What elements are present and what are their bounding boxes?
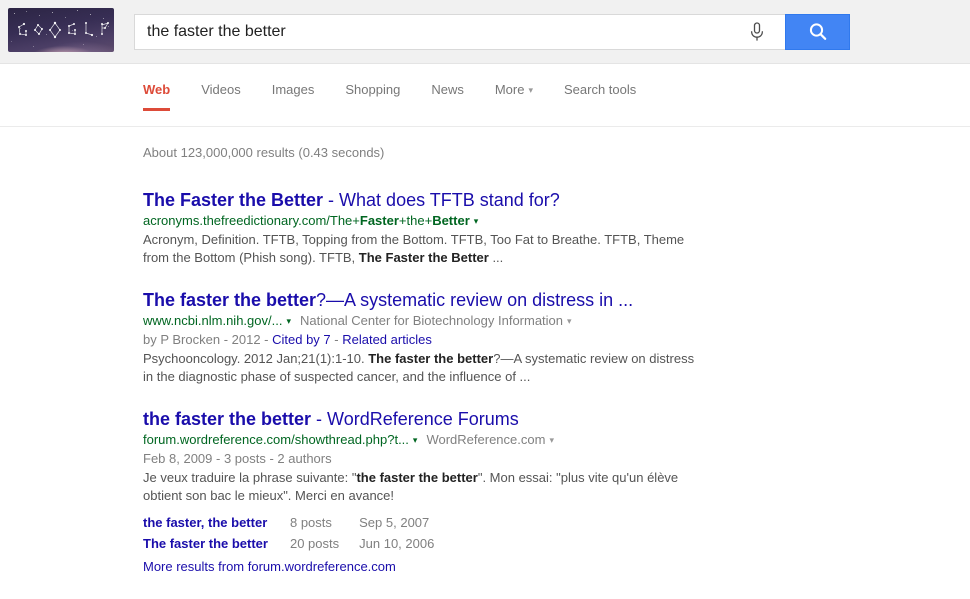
nav-items: Web Videos Images Shopping News More▾ Se… (143, 82, 667, 111)
citation-separator: - (331, 332, 343, 347)
sitelink-title-link[interactable]: the faster, the better (143, 514, 290, 535)
result-citation-line: by P Brocken - 2012 - Cited by 7 - Relat… (143, 331, 743, 349)
result-site-name: National Center for Biotechnology Inform… (300, 313, 563, 328)
tab-shopping[interactable]: Shopping (345, 82, 400, 111)
tab-videos[interactable]: Videos (201, 82, 241, 111)
result-title-link[interactable]: The Faster the Better - What does TFTB s… (143, 189, 743, 211)
microphone-icon (749, 22, 765, 42)
related-articles-link[interactable]: Related articles (342, 332, 432, 347)
result-url[interactable]: acronyms.thefreedictionary.com/The+Faste… (143, 213, 470, 228)
result-snippet: Acronym, Definition. TFTB, Topping from … (143, 231, 703, 267)
result-url[interactable]: forum.wordreference.com/showthread.php?t… (143, 432, 409, 447)
result-site-name: WordReference.com (426, 432, 545, 447)
tab-more[interactable]: More▾ (495, 82, 533, 111)
doodle-constellations-icon (8, 8, 114, 52)
search-submit-button[interactable] (785, 14, 850, 50)
magnifier-icon (807, 21, 829, 43)
chevron-down-icon[interactable]: ▾ (474, 212, 479, 230)
sitelink-date: Jun 10, 2006 (359, 535, 434, 556)
tab-images-label: Images (272, 82, 315, 97)
search-result: The faster the better?—A systematic revi… (143, 289, 743, 386)
tab-images[interactable]: Images (272, 82, 315, 111)
search-box[interactable] (134, 14, 785, 50)
chevron-down-icon: ▾ (528, 85, 533, 96)
tab-videos-label: Videos (201, 82, 241, 97)
result-title-bold: The faster the better (143, 290, 316, 310)
sitelink-row: The faster the better 20 posts Jun 10, 2… (143, 535, 434, 556)
result-snippet: Psychooncology. 2012 Jan;21(1):1-10. The… (143, 350, 703, 386)
results-list: The Faster the Better - What does TFTB s… (143, 189, 743, 598)
sitelink-row: the faster, the better 8 posts Sep 5, 20… (143, 514, 434, 535)
result-title-bold: The Faster the Better (143, 190, 323, 210)
more-results-link[interactable]: More results from forum.wordreference.co… (143, 559, 396, 574)
tab-news[interactable]: News (431, 82, 464, 111)
sitelink-posts: 20 posts (290, 535, 359, 556)
result-stats: About 123,000,000 results (0.43 seconds) (143, 145, 384, 160)
tab-search-tools[interactable]: Search tools (564, 82, 636, 111)
cited-by-link[interactable]: Cited by 7 (272, 332, 331, 347)
tab-news-label: News (431, 82, 464, 97)
voice-search-button[interactable] (735, 15, 779, 49)
result-title-link[interactable]: the faster the better - WordReference Fo… (143, 408, 743, 430)
tab-web-label: Web (143, 82, 170, 97)
result-title-bold: the faster the better (143, 409, 311, 429)
result-meta-line: Feb 8, 2009 - 3 posts - 2 authors (143, 450, 743, 468)
search-result: the faster the better - WordReference Fo… (143, 408, 743, 576)
tab-web[interactable]: Web (143, 82, 170, 111)
sitelink-title-link[interactable]: The faster the better (143, 535, 290, 556)
search-result: The Faster the Better - What does TFTB s… (143, 189, 743, 267)
result-url-line: acronyms.thefreedictionary.com/The+Faste… (143, 212, 743, 230)
result-title-rest: - What does TFTB stand for? (323, 190, 560, 210)
chevron-down-icon[interactable]: ▾ (286, 312, 291, 330)
tab-more-label: More (495, 82, 525, 97)
chevron-down-icon[interactable]: ▾ (567, 312, 572, 330)
result-url-line: forum.wordreference.com/showthread.php?t… (143, 431, 743, 449)
result-url[interactable]: www.ncbi.nlm.nih.gov/... (143, 313, 282, 328)
result-snippet: Je veux traduire la phrase suivante: "th… (143, 469, 703, 505)
chevron-down-icon[interactable]: ▾ (549, 431, 554, 449)
google-doodle-logo[interactable] (8, 8, 114, 52)
search-modes-nav: Web Videos Images Shopping News More▾ Se… (0, 64, 970, 127)
sitelink-posts: 8 posts (290, 514, 359, 535)
result-title-link[interactable]: The faster the better?—A systematic revi… (143, 289, 743, 311)
tab-shopping-label: Shopping (345, 82, 400, 97)
tab-search-tools-label: Search tools (564, 82, 636, 97)
search-input[interactable] (135, 16, 735, 48)
result-title-rest: ?—A systematic review on distress in ... (316, 290, 633, 310)
sitelink-date: Sep 5, 2007 (359, 514, 434, 535)
sitelinks-table: the faster, the better 8 posts Sep 5, 20… (143, 514, 434, 556)
citation-authors: by P Brocken - 2012 - (143, 332, 272, 347)
result-url-line: www.ncbi.nlm.nih.gov/... ▾ National Center… (143, 312, 743, 330)
chevron-down-icon[interactable]: ▾ (413, 431, 418, 449)
search-header (0, 0, 970, 64)
result-title-rest: - WordReference Forums (311, 409, 519, 429)
